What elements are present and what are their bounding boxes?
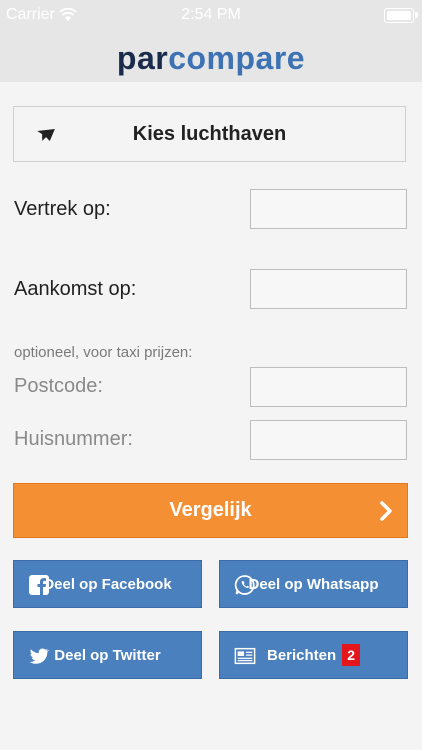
- facebook-icon: [29, 575, 49, 595]
- status-bar: Carrier 2:54 PM: [0, 0, 422, 30]
- compare-button-label: Vergelijk: [169, 499, 252, 521]
- logo-part-compare: compare: [168, 40, 306, 76]
- messages-count-badge: 2: [342, 644, 360, 666]
- clock: 2:54 PM: [181, 6, 241, 23]
- app-logo: parcompare: [0, 40, 422, 77]
- compare-button[interactable]: Vergelijk: [13, 483, 408, 538]
- newspaper-icon: [234, 647, 256, 665]
- share-twitter-button[interactable]: Deel op Twitter: [13, 631, 202, 679]
- departure-label: Vertrek op:: [14, 198, 111, 220]
- messages-button[interactable]: Berichten 2: [219, 631, 408, 679]
- twitter-icon: [29, 648, 50, 664]
- messages-label: Berichten: [267, 646, 337, 664]
- share-whatsapp-button[interactable]: Deel op Whatsapp: [219, 560, 408, 608]
- share-facebook-label: Deel op Facebook: [43, 575, 172, 593]
- battery-icon: [384, 8, 418, 23]
- share-twitter-label: Deel op Twitter: [54, 646, 161, 664]
- whatsapp-icon: [234, 575, 255, 595]
- housenumber-input[interactable]: [250, 420, 407, 460]
- postcode-input[interactable]: [250, 367, 407, 407]
- chevron-right-icon: [380, 501, 392, 521]
- housenumber-label: Huisnummer:: [14, 428, 133, 450]
- arrival-label: Aankomst op:: [14, 278, 137, 300]
- choose-airport-button[interactable]: Kies luchthaven: [13, 106, 406, 162]
- share-whatsapp-label: Deel op Whatsapp: [248, 575, 379, 593]
- logo-part-par: par: [116, 40, 169, 76]
- app-header: parcompare: [0, 30, 422, 82]
- optional-taxi-hint: optioneel, voor taxi prijzen:: [14, 344, 193, 361]
- choose-airport-label: Kies luchthaven: [132, 122, 287, 145]
- share-facebook-button[interactable]: Deel op Facebook: [13, 560, 202, 608]
- departure-date-input[interactable]: [250, 189, 407, 229]
- postcode-label: Postcode:: [14, 375, 103, 397]
- airplane-icon: [37, 129, 55, 141]
- arrival-date-input[interactable]: [250, 269, 407, 309]
